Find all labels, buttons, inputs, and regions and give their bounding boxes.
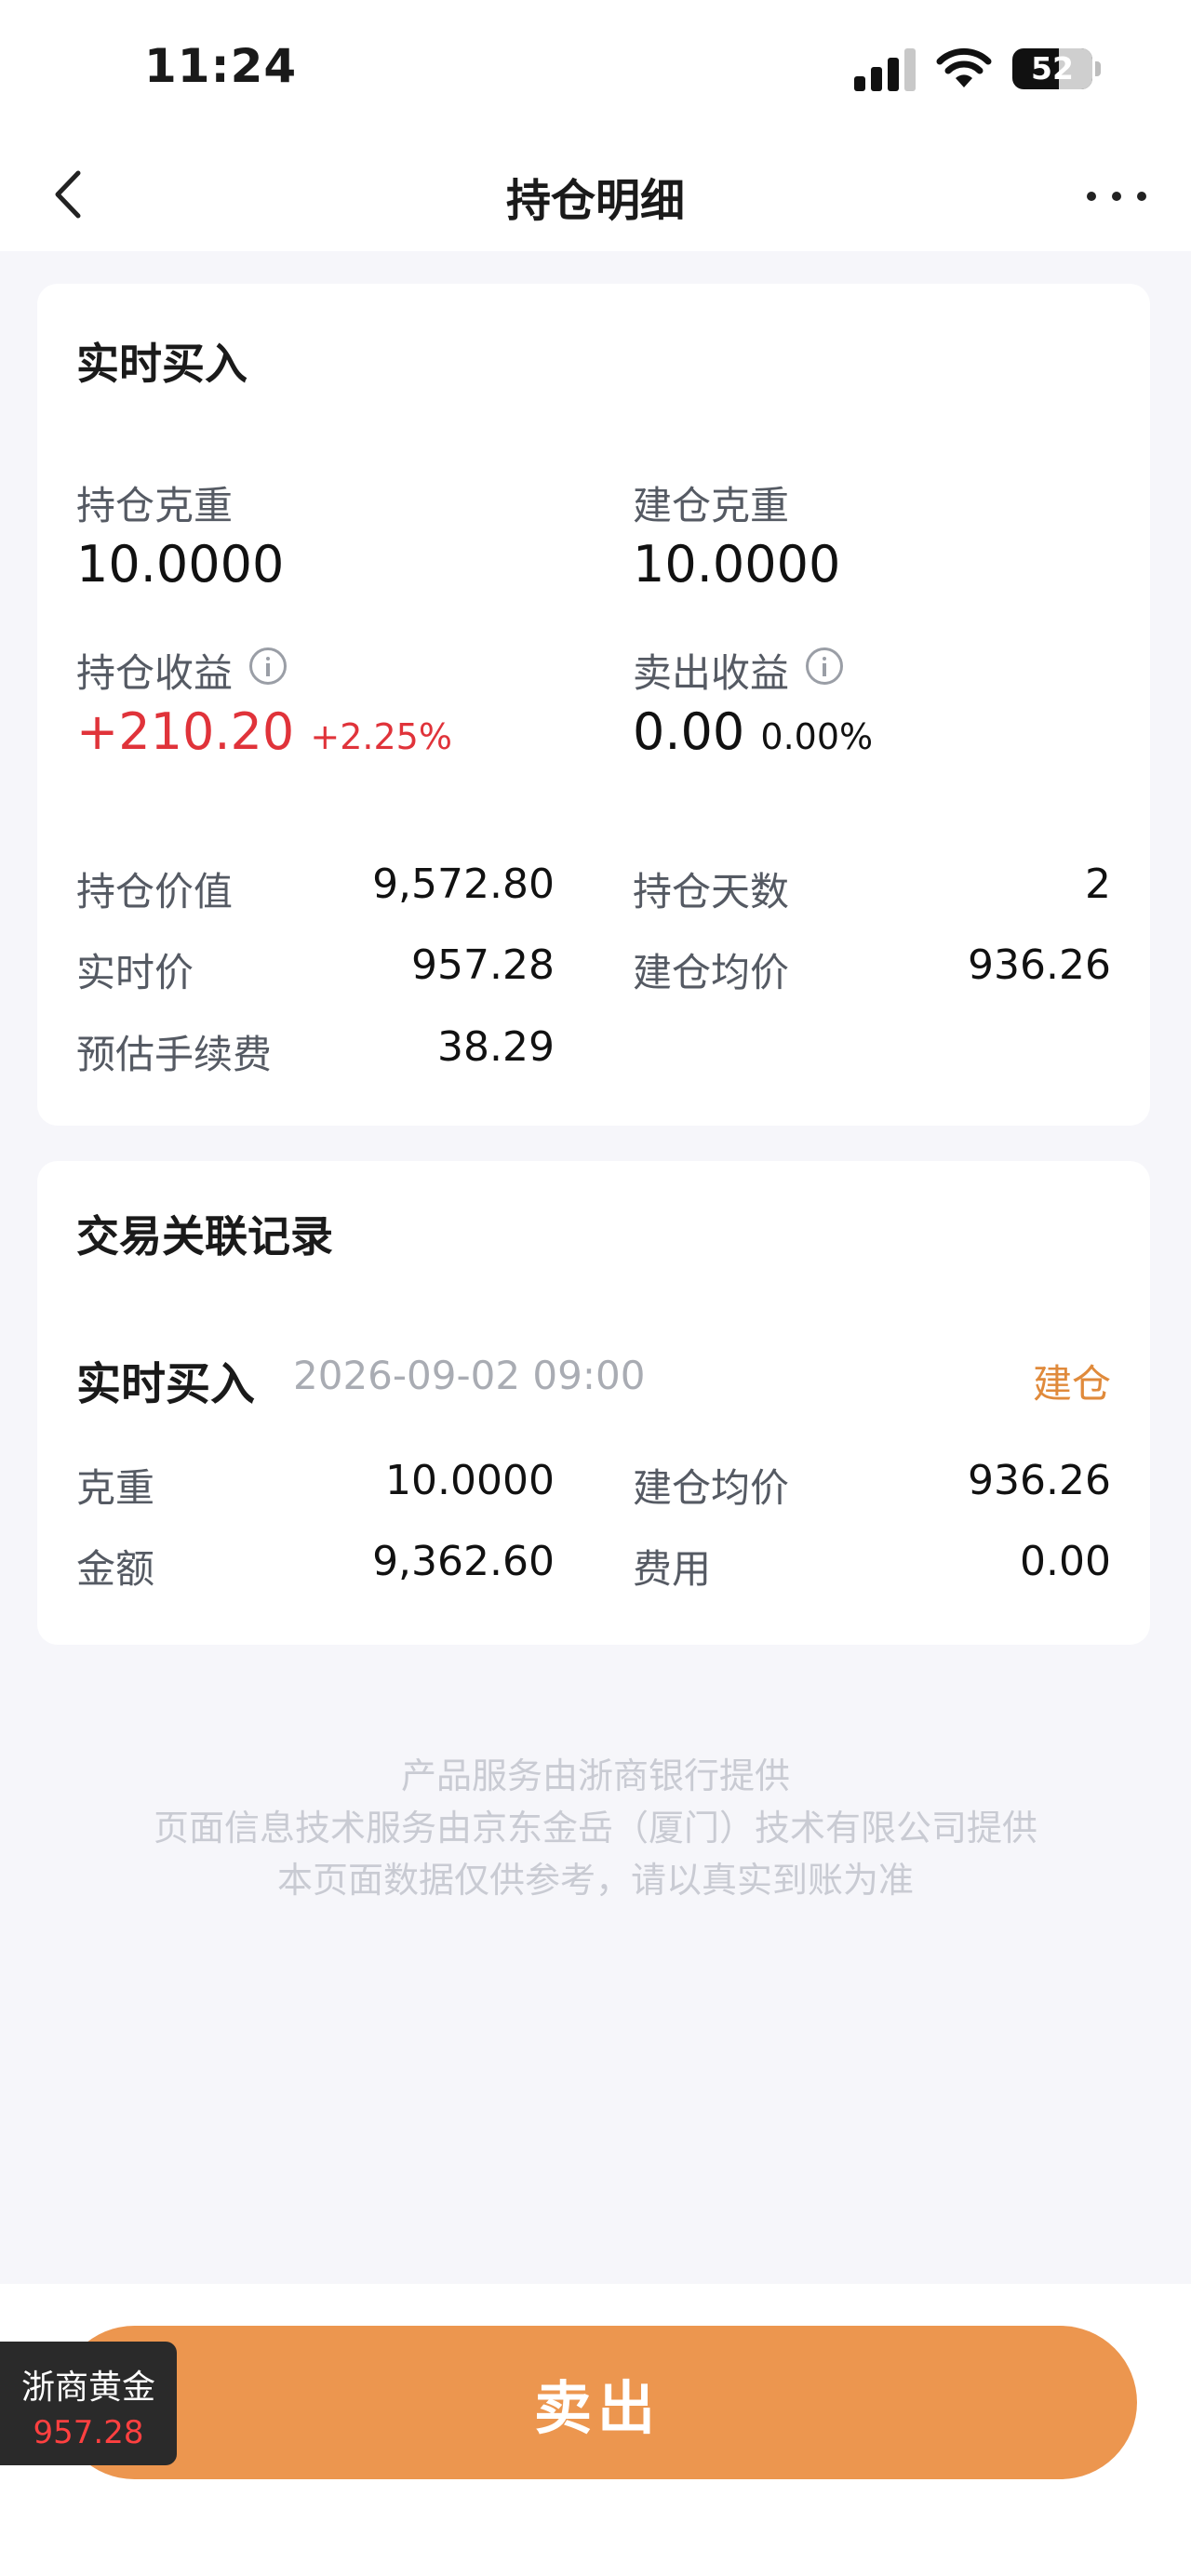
record-field-label: 费用 — [633, 1546, 712, 1592]
holding-profit-value: +210.20 — [76, 702, 295, 761]
detail-value: 936.26 — [968, 941, 1111, 989]
record-field-value: 936.26 — [968, 1457, 1111, 1504]
status-bar: 11:24 52 — [0, 0, 1191, 140]
detail-value: 9,572.80 — [372, 861, 555, 908]
record-field-value: 10.0000 — [385, 1457, 555, 1504]
record-field-label: 金额 — [76, 1546, 155, 1592]
gold-price-widget[interactable]: 浙商黄金 957.28 — [0, 2342, 177, 2465]
sell-button[interactable]: 卖出 — [58, 2326, 1137, 2479]
detail-value: 957.28 — [411, 941, 555, 989]
detail-label: 建仓均价 — [633, 950, 790, 995]
sell-profit-value: 0.00 — [633, 702, 745, 761]
holding-profit-label: 持仓收益 — [76, 642, 288, 699]
footer-provider: 产品服务由浙商银行提供 — [400, 1755, 790, 1796]
sell-profit-label-text: 卖出收益 — [633, 650, 790, 696]
battery-tip — [1095, 61, 1101, 76]
footer-tech-service: 页面信息技术服务由京东金岳（厦门）技术有限公司提供 — [153, 1808, 1037, 1849]
more-dot-icon — [1087, 192, 1096, 201]
gold-price: 957.28 — [33, 2414, 144, 2451]
nav-bar: 持仓明细 — [0, 140, 1191, 251]
detail-value: 2 — [1085, 861, 1111, 908]
more-button[interactable] — [1083, 167, 1150, 223]
position-type-title: 实时买入 — [76, 339, 248, 389]
record-field-label: 建仓均价 — [633, 1465, 790, 1511]
cellular-signal-icon — [854, 47, 916, 91]
battery-icon: 52 — [1012, 48, 1092, 89]
gold-product-name: 浙商黄金 — [20, 2369, 155, 2407]
opening-weight-value: 10.0000 — [633, 535, 841, 594]
holding-profit-label-text: 持仓收益 — [76, 650, 234, 696]
sell-profit-label: 卖出收益 — [633, 642, 844, 699]
record-datetime: 2026-09-02 09:00 — [293, 1353, 646, 1398]
holding-profit-percent: +2.25% — [310, 716, 452, 757]
detail-label: 实时价 — [76, 950, 194, 995]
more-dot-icon — [1137, 192, 1146, 201]
more-dot-icon — [1112, 192, 1121, 201]
record-field-value: 9,362.60 — [372, 1538, 555, 1585]
wifi-icon — [936, 47, 992, 87]
detail-label: 持仓天数 — [633, 869, 790, 914]
record-field-value: 0.00 — [1020, 1538, 1111, 1585]
opening-weight-label: 建仓克重 — [633, 483, 790, 528]
footer-disclaimer: 本页面数据仅供参考，请以真实到账为准 — [276, 1860, 914, 1901]
position-card: 实时买入 持仓克重 10.0000 建仓克重 10.0000 持仓收益 +210… — [37, 284, 1150, 1126]
detail-value: 38.29 — [437, 1023, 555, 1071]
status-time: 11:24 — [144, 39, 298, 93]
holding-weight-label: 持仓克重 — [76, 483, 234, 528]
info-icon[interactable] — [806, 647, 844, 685]
holding-weight-value: 10.0000 — [76, 535, 285, 594]
battery-level: 52 — [1031, 50, 1074, 87]
detail-label: 持仓价值 — [76, 869, 234, 914]
detail-label: 预估手续费 — [76, 1032, 273, 1077]
holding-profit: +210.20 +2.25% — [76, 702, 452, 761]
page-title: 持仓明细 — [505, 175, 685, 227]
sell-profit: 0.00 0.00% — [633, 702, 873, 761]
record-field-label: 克重 — [76, 1465, 155, 1511]
sell-profit-percent: 0.00% — [760, 716, 874, 757]
info-icon[interactable] — [249, 647, 288, 685]
trade-records-card: 交易关联记录 实时买入 2026-09-02 09:00 建仓 克重 10.00… — [37, 1161, 1150, 1645]
records-title: 交易关联记录 — [76, 1211, 333, 1261]
record-type: 实时买入 — [76, 1358, 256, 1410]
record-tag: 建仓 — [1032, 1361, 1111, 1407]
